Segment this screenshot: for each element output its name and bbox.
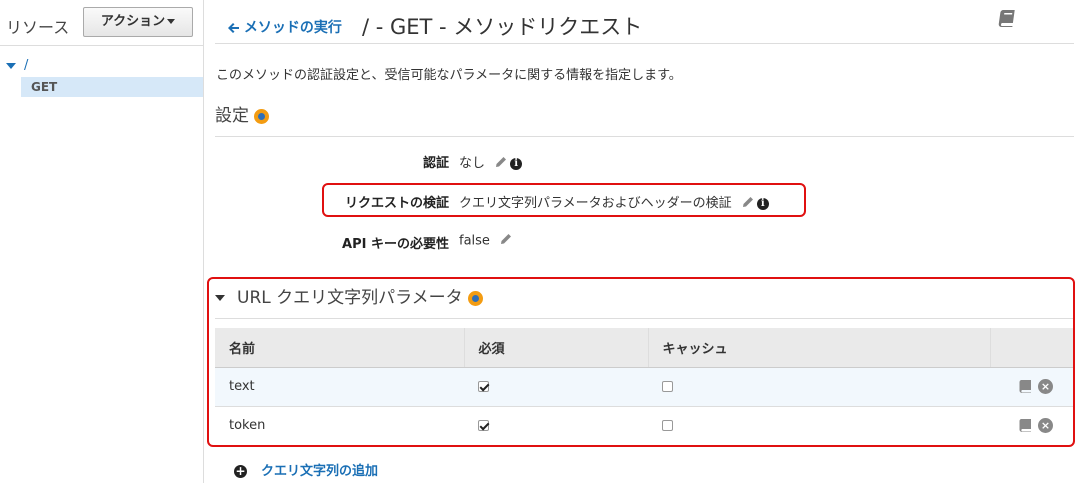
apikey-value-group: false [459, 233, 512, 249]
auth-value-group: なし i [459, 152, 523, 172]
pencil-icon[interactable] [500, 233, 512, 249]
sidebar-header: リソース アクション [0, 0, 204, 46]
apikey-label: API キーの必要性 [342, 237, 449, 252]
tree-root-label: / [24, 58, 29, 73]
api-key-row: API キーの必要性 false [0, 233, 1081, 253]
page-title: / - GET - メソッドリクエスト [362, 15, 643, 39]
back-to-method-execution-link[interactable]: メソッドの実行 [228, 17, 342, 37]
actions-dropdown-button[interactable]: アクション [83, 7, 193, 37]
settings-title-text: 設定 [215, 106, 249, 126]
auth-value: なし [459, 156, 486, 171]
highlight-box-validation [322, 183, 806, 217]
sidebar-title: リソース [6, 18, 70, 37]
highlight-box-query-params [207, 277, 1075, 447]
apikey-value: false [459, 233, 490, 249]
pencil-icon[interactable] [495, 156, 507, 172]
header-divider [215, 43, 1074, 44]
auth-row: 認証 なし i [0, 152, 1081, 172]
add-query-string-label: クエリ文字列の追加 [261, 464, 379, 479]
back-link-label: メソッドの実行 [243, 20, 342, 36]
page-description: このメソッドの認証設定と、受信可能なパラメータに関する情報を指定します。 [216, 68, 682, 83]
info-icon[interactable]: i [510, 157, 523, 170]
plus-circle-icon: + [234, 464, 247, 478]
caret-down-icon [167, 19, 176, 24]
settings-divider [215, 136, 1074, 137]
add-query-string-link[interactable]: + クエリ文字列の追加 [234, 460, 378, 479]
help-dot-icon[interactable] [254, 108, 270, 124]
arrow-left-icon [228, 20, 244, 36]
auth-label: 認証 [422, 156, 449, 171]
tree-item-root[interactable]: / [6, 58, 28, 73]
actions-label: アクション [100, 14, 166, 29]
expand-triangle-icon[interactable] [6, 62, 16, 69]
tree-item-get[interactable]: GET [21, 77, 203, 97]
settings-section-title: 設定 [215, 101, 270, 126]
book-icon[interactable] [997, 8, 1017, 32]
